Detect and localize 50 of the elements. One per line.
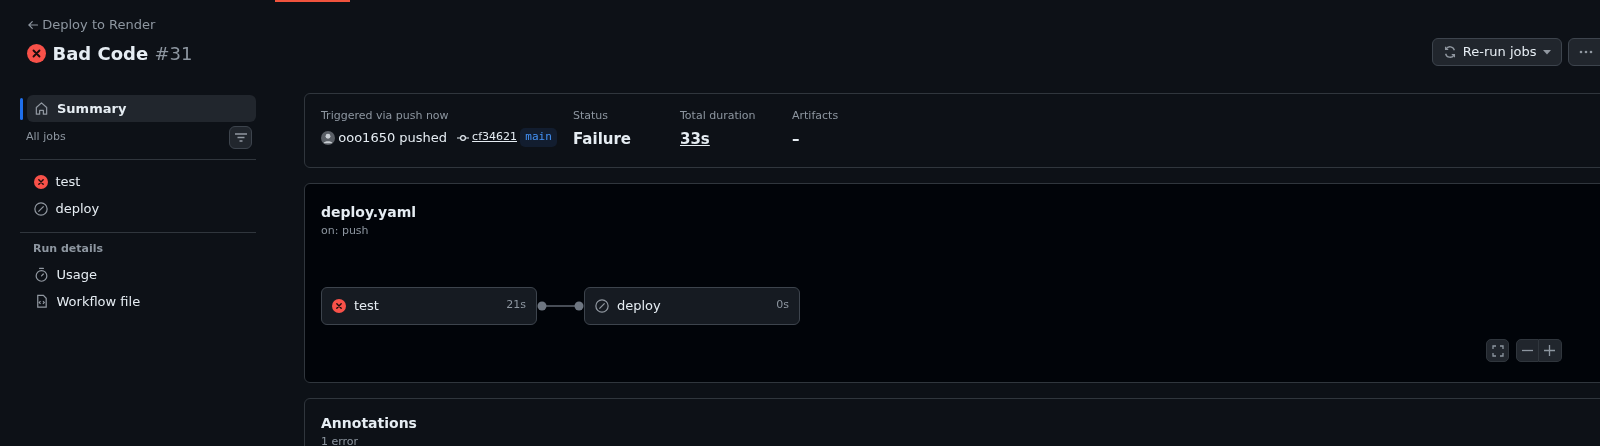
workflow-name: deploy.yaml xyxy=(321,203,418,222)
kebab-icon xyxy=(1579,50,1593,54)
home-icon xyxy=(34,101,49,116)
failure-icon xyxy=(33,174,48,189)
artifacts-value: – xyxy=(792,128,801,150)
annotations-title: Annotations xyxy=(321,414,418,433)
zoom-in-button[interactable] xyxy=(1538,339,1562,362)
section-heading: Run details xyxy=(33,241,105,257)
selection-indicator xyxy=(20,97,23,120)
section-heading: All jobs xyxy=(26,129,66,146)
run-title: Bad Code #31 xyxy=(52,41,193,66)
sidebar-item[interactable]: test xyxy=(26,168,256,195)
failure-icon xyxy=(332,298,346,313)
connector-line xyxy=(537,300,584,311)
sidebar-item[interactable]: Summary xyxy=(27,95,256,122)
skipped-icon xyxy=(595,298,609,313)
workflow-trigger: on: push xyxy=(321,223,370,239)
job-duration: 0s xyxy=(776,297,789,314)
sidebar-item[interactable]: deploy xyxy=(26,195,256,222)
sidebar-item[interactable]: Usage xyxy=(26,260,256,288)
duration-link[interactable]: 33s xyxy=(680,127,710,151)
annotation-count: 1 error xyxy=(321,434,360,446)
plus-icon xyxy=(1544,345,1555,356)
branch-label[interactable]: main xyxy=(520,128,557,147)
job-node[interactable]: deploy 0s xyxy=(584,286,800,325)
avatar-icon xyxy=(321,130,335,145)
field-label: Artifacts xyxy=(792,108,839,124)
job-duration: 21s xyxy=(506,297,526,314)
sidebar-item[interactable]: Workflow file xyxy=(26,287,256,315)
field-label: Total duration xyxy=(680,108,757,124)
field-label: Status xyxy=(573,108,610,124)
fullscreen-button[interactable] xyxy=(1486,339,1509,362)
job-name: deploy xyxy=(617,296,661,315)
job-name: test xyxy=(354,296,379,315)
back-link[interactable]: Deploy to Render xyxy=(27,15,156,35)
arrow-left-icon xyxy=(27,18,39,31)
stopwatch-icon xyxy=(33,266,49,282)
status-value: Failure xyxy=(573,128,633,150)
skipped-icon xyxy=(33,201,48,216)
commit-icon xyxy=(456,133,469,142)
filter-icon xyxy=(234,133,247,142)
caret-icon xyxy=(1542,49,1551,55)
push-description: ooo1650 pushed xyxy=(338,128,448,147)
fullscreen-icon xyxy=(1491,344,1504,357)
field-label: Triggered via push now xyxy=(321,108,450,124)
filter-button[interactable] xyxy=(229,126,252,149)
commit-link[interactable]: cf34621 xyxy=(472,129,517,146)
sync-icon xyxy=(1442,45,1457,59)
rerun-button[interactable]: Re-run jobs xyxy=(1431,38,1562,66)
job-node[interactable]: test 21s xyxy=(321,286,537,325)
